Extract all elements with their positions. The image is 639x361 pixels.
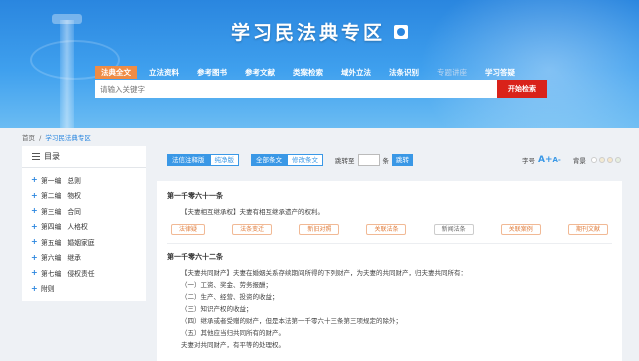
nav-item-qa[interactable]: 学习答疑 (479, 66, 521, 79)
expand-plus-icon[interactable]: + (31, 175, 41, 184)
toc-part-label: 附则 (41, 285, 55, 294)
article-divider (167, 243, 612, 244)
search-input[interactable] (95, 80, 497, 98)
toc-part-label: 第三编 (41, 207, 62, 216)
nav-item-references[interactable]: 参考文献 (239, 66, 281, 79)
toc-title: 目录 (44, 152, 60, 161)
font-increase-icon[interactable]: A+ (538, 155, 553, 165)
modified-articles-button[interactable]: 修改条文 (287, 154, 323, 166)
plain-version-button[interactable]: 纯净版 (209, 154, 239, 166)
toc-item-property[interactable]: + 第二编 物权 (22, 188, 146, 204)
jump-article-input[interactable] (357, 154, 380, 166)
toc-name-label: 总则 (67, 176, 81, 185)
nav-item-case-search[interactable]: 类案检索 (287, 66, 329, 79)
toc-item-supplementary[interactable]: + 附则 (22, 281, 146, 297)
expand-plus-icon[interactable]: + (31, 237, 41, 246)
tag-news-articles[interactable]: 新闻法条 (433, 224, 474, 235)
expand-plus-icon[interactable]: + (31, 284, 41, 293)
article-text: 【夫妻相互继承权】夫妻有相互继承遗产的权利。 (181, 208, 324, 216)
toc-item-marriage[interactable]: + 第五编 婚姻家庭 (22, 234, 146, 250)
article-text: 【夫妻共同财产】夫妻在婚姻关系存续期间所得的下列财产，为夫妻的共同财产，归夫妻共… (181, 269, 467, 277)
article-content: 第一千零六十一条 【夫妻相互继承权】夫妻有相互继承遗产的权利。 法律疑 法条变迁… (157, 181, 622, 361)
toc-name-label: 继承 (67, 254, 81, 263)
breadcrumb: 首页 / 学习民法典专区 (22, 132, 91, 142)
toc-name-label: 物权 (67, 192, 81, 201)
breadcrumb-separator: / (39, 134, 42, 142)
toc-item-tort[interactable]: + 第七编 侵权责任 (22, 265, 146, 281)
toc-item-general[interactable]: + 第一编 总则 (22, 172, 146, 188)
article-item: （一）工资、奖金、劳务报酬； (181, 281, 272, 289)
reading-toolbar: 法信注释版 纯净版 全部条文 修改条文 跳转至 条 跳转 字号 A+ A- 背景 (167, 152, 622, 168)
expand-plus-icon[interactable]: + (31, 206, 41, 215)
tag-article-changes[interactable]: 法条变迁 (232, 224, 273, 235)
tag-old-new-compare[interactable]: 新旧对照 (299, 224, 340, 235)
nav-item-article-recognition[interactable]: 法条识别 (383, 66, 425, 79)
article-filter-toggle: 全部条文 修改条文 (251, 154, 323, 166)
main-nav: 法典全文 立法资料 参考图书 参考文献 类案检索 域外立法 法条识别 专题讲座 … (95, 66, 527, 79)
header-banner: 学习民法典专区 法典全文 立法资料 参考图书 参考文献 类案检索 域外立法 法条… (0, 0, 639, 128)
font-decrease-icon[interactable]: A- (553, 156, 561, 164)
expand-plus-icon[interactable]: + (31, 222, 41, 231)
expand-plus-icon[interactable]: + (31, 191, 41, 200)
background-label: 背景 (572, 157, 586, 165)
article-title: 第一千零六十二条 (167, 253, 223, 261)
toc-item-contract[interactable]: + 第三编 合同 (22, 203, 146, 219)
menu-icon (32, 153, 40, 160)
breadcrumb-home[interactable]: 首页 (22, 134, 35, 142)
tag-legal-qa[interactable]: 法律疑 (171, 224, 206, 235)
bg-swatch-white[interactable] (590, 157, 597, 163)
toc-name-label: 婚姻家庭 (67, 238, 95, 247)
article-title: 第一千零六十一条 (167, 192, 223, 200)
toc-name-label: 合同 (67, 207, 81, 216)
article-item: （四）继承或者受赠的财产，但是本法第一千零六十三条第三项规定的除外； (181, 317, 402, 325)
search-button[interactable]: 开始检索 (497, 80, 547, 98)
nav-item-foreign-legislation[interactable]: 域外立法 (335, 66, 377, 79)
font-size-controls: 字号 A+ A- 背景 (522, 155, 621, 165)
toc-part-label: 第五编 (41, 238, 62, 247)
toc-item-succession[interactable]: + 第六编 继承 (22, 250, 146, 266)
toc-part-label: 第七编 (41, 269, 62, 278)
nav-item-reference-books[interactable]: 参考图书 (191, 66, 233, 79)
breadcrumb-current[interactable]: 学习民法典专区 (45, 134, 91, 142)
nav-item-lectures[interactable]: 专题讲座 (431, 66, 473, 79)
bg-swatch-cream[interactable] (598, 157, 605, 163)
toc-header: 目录 (22, 146, 146, 168)
toc-part-label: 第一编 (41, 176, 62, 185)
bg-swatch-green[interactable] (614, 157, 621, 163)
annotated-version-button[interactable]: 法信注释版 (167, 154, 210, 166)
toc-name-label: 侵权责任 (67, 269, 95, 278)
expand-plus-icon[interactable]: + (31, 268, 41, 277)
search-bar: 开始检索 (95, 80, 547, 98)
article-tags: 法律疑 法条变迁 新旧对照 关联法条 新闻法条 关联案例 期刊文献 (167, 224, 612, 235)
toc-list: + 第一编 总则 + 第二编 物权 + 第三编 合同 + 第四编 人格权 + 第五编 婚姻家庭 + 第… (22, 168, 146, 296)
expand-plus-icon[interactable]: + (31, 253, 41, 262)
tag-related-articles[interactable]: 关联法条 (366, 224, 407, 235)
toc-part-label: 第六编 (41, 254, 62, 263)
toc-item-personality[interactable]: + 第四编 人格权 (22, 219, 146, 235)
nav-item-full-text[interactable]: 法典全文 (95, 66, 137, 79)
article-item: （二）生产、经营、投资的收益； (181, 293, 279, 301)
toc-part-label: 第四编 (41, 223, 62, 232)
tag-journal-literature[interactable]: 期刊文献 (567, 224, 608, 235)
bg-swatch-tan[interactable] (606, 157, 613, 163)
font-size-label: 字号 (522, 157, 535, 165)
title-badge-icon (394, 24, 409, 39)
toc-sidebar: 目录 + 第一编 总则 + 第二编 物权 + 第三编 合同 + 第四编 人格权 + 第五编 婚姻家庭… (22, 146, 146, 301)
jump-unit-label: 条 (382, 157, 390, 165)
version-toggle: 法信注释版 纯净版 (167, 154, 239, 166)
toc-part-label: 第二编 (41, 192, 62, 201)
article-text: 夫妻对共同财产，有平等的处理权。 (181, 341, 285, 349)
nav-item-legislative-materials[interactable]: 立法资料 (143, 66, 185, 79)
jump-label: 跳转至 (335, 157, 355, 165)
all-articles-button[interactable]: 全部条文 (251, 154, 287, 166)
article-item: （五）其他应当归共同所有的财产。 (181, 329, 285, 337)
toc-name-label: 人格权 (67, 223, 88, 232)
site-title: 学习民法典专区 (230, 22, 385, 44)
jump-button[interactable]: 跳转 (392, 154, 413, 166)
article-item: （三）知识产权的收益； (181, 305, 253, 313)
tag-related-cases[interactable]: 关联案例 (500, 224, 541, 235)
